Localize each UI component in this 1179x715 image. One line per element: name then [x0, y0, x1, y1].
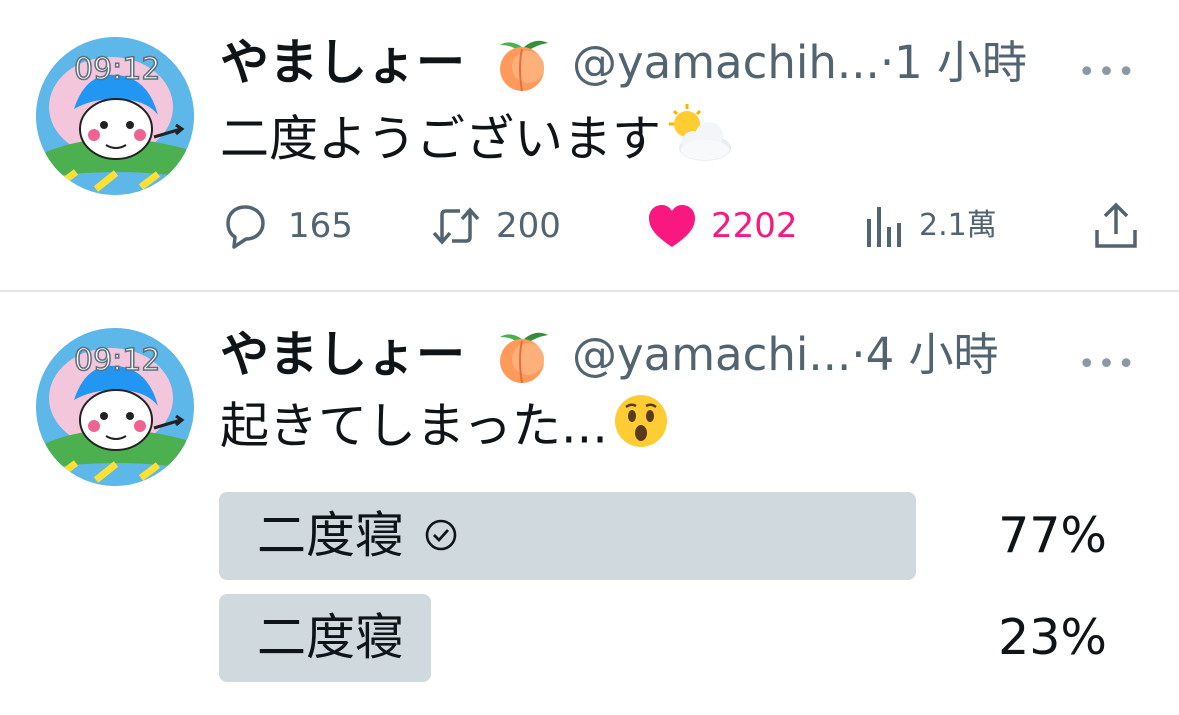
avatar-image: 09:12	[36, 37, 194, 195]
retweet-button[interactable]: 200	[430, 196, 561, 256]
tweet[interactable]: 09:12 やましょー @yamachih...·1 小時 ••• 二度ようござ…	[0, 0, 1179, 290]
tweet-text: 二度ようございます	[220, 104, 733, 180]
author-handle-time[interactable]: @yamachih...·1 小時	[572, 34, 1027, 92]
heart-icon	[649, 205, 695, 247]
share-button[interactable]	[1093, 196, 1139, 256]
tweet-text-content: 二度ようございます	[220, 110, 662, 168]
check-circle-icon	[424, 492, 458, 580]
tweet-text: 起きてしまった...	[220, 392, 670, 466]
avatar-image: 09:12	[36, 328, 194, 486]
like-count: 2202	[711, 206, 798, 246]
poll-option-label: 二度寝	[257, 594, 404, 682]
peach-emoji	[492, 329, 552, 389]
tweet-actions: 165 200 2202 2.1萬	[0, 196, 1179, 256]
share-icon	[1095, 202, 1137, 248]
retweet-icon	[432, 207, 480, 245]
reply-button[interactable]: 165	[220, 196, 353, 256]
poll-option-text: 二度寝	[257, 507, 405, 564]
tweet-text-content: 起きてしまった...	[220, 397, 608, 455]
author-name[interactable]: やましょー	[220, 34, 465, 92]
like-button[interactable]: 2202	[647, 196, 798, 256]
poll-option[interactable]: 二度寝 23%	[219, 594, 1119, 682]
author-handle-time[interactable]: @yamachi...·4 小時	[572, 326, 999, 384]
avatar[interactable]: 09:12	[36, 328, 194, 486]
astonished-face-emoji	[612, 392, 670, 466]
poll-option-percent: 23%	[998, 609, 1107, 666]
tweet[interactable]: 09:12 やましょー @yamachi...·4 小時 ••• 起きてしまった…	[0, 292, 1179, 715]
author-name[interactable]: やましょー	[220, 326, 465, 384]
more-horizontal-icon[interactable]: •••	[1078, 55, 1137, 90]
peach-emoji	[492, 37, 552, 97]
sun-behind-cloud-emoji	[665, 104, 733, 180]
retweet-count: 200	[496, 206, 561, 246]
poll-option[interactable]: 二度寝 77%	[219, 492, 1119, 580]
poll-option-text: 二度寝	[257, 609, 405, 666]
views-count: 2.1萬	[919, 208, 997, 243]
more-horizontal-icon[interactable]: •••	[1078, 347, 1137, 382]
svg-text:09:12: 09:12	[74, 52, 160, 87]
reply-count: 165	[288, 206, 353, 246]
poll-option-percent: 77%	[998, 507, 1107, 564]
poll-option-label: 二度寝	[257, 492, 458, 580]
avatar[interactable]: 09:12	[36, 37, 194, 195]
svg-text:09:12: 09:12	[74, 343, 160, 378]
reply-icon	[226, 205, 265, 249]
views-icon	[867, 207, 901, 247]
views-button[interactable]: 2.1萬	[865, 196, 997, 256]
